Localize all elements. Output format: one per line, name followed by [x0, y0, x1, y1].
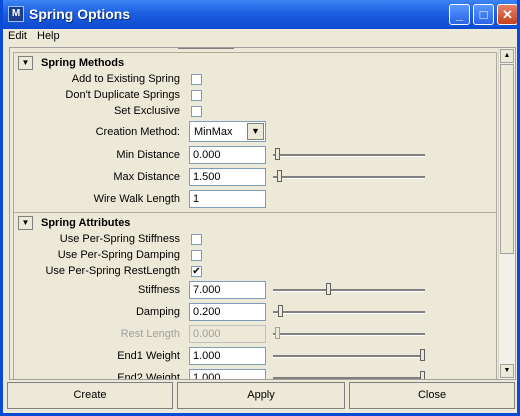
slider-thumb[interactable]	[278, 305, 283, 317]
vertical-scrollbar[interactable]: ▲ ▼	[498, 48, 515, 379]
spring-attributes-title: Spring Attributes	[41, 217, 131, 229]
minimize-button[interactable]: _	[449, 4, 470, 25]
spring-methods-frame: ▼ Spring Methods Add to Existing Spring …	[13, 52, 497, 213]
apply-button[interactable]: Apply	[177, 382, 345, 409]
slider-track	[273, 333, 425, 336]
options-scroll-area: ▼ Spring Methods Add to Existing Spring …	[9, 47, 516, 380]
set-exclusive-label: Set Exclusive	[113, 105, 180, 117]
slider-track	[273, 311, 425, 314]
slider-thumb[interactable]	[275, 148, 280, 160]
spring-options-window: M Spring Options _ □ ✕ Edit Help ▼ Sprin…	[0, 0, 520, 416]
wire-walk-length-field[interactable]: 1	[189, 190, 266, 208]
end2-weight-label: End2 Weight	[117, 372, 180, 380]
min-distance-slider[interactable]	[273, 148, 425, 162]
scroll-down-icon[interactable]: ▼	[500, 364, 514, 378]
maximize-button[interactable]: □	[473, 4, 494, 25]
max-distance-field[interactable]: 1.500	[189, 168, 266, 186]
collapse-arrow-icon[interactable]: ▼	[18, 56, 33, 70]
add-to-existing-checkbox[interactable]	[191, 74, 202, 85]
close-window-button[interactable]: ✕	[497, 4, 517, 25]
damping-label: Damping	[135, 306, 180, 318]
spring-methods-title: Spring Methods	[41, 57, 125, 69]
end2-weight-slider[interactable]	[273, 371, 425, 379]
max-distance-slider[interactable]	[273, 170, 425, 184]
slider-track	[273, 154, 425, 157]
window-title: Spring Options	[29, 6, 131, 22]
end1-weight-label: End1 Weight	[117, 350, 180, 362]
end2-weight-field[interactable]: 1.000	[189, 369, 266, 379]
end1-weight-slider[interactable]	[273, 349, 425, 363]
rest-length-label: Rest Length	[120, 328, 180, 340]
menu-help[interactable]: Help	[37, 30, 60, 42]
creation-method-value: MinMax	[194, 126, 233, 138]
stiffness-slider[interactable]	[273, 283, 425, 297]
max-distance-label: Max Distance	[113, 171, 180, 183]
scroll-up-icon[interactable]: ▲	[500, 49, 514, 63]
scroll-thumb[interactable]	[500, 64, 514, 254]
min-distance-field[interactable]: 0.000	[189, 146, 266, 164]
per-spring-damping-checkbox[interactable]	[191, 250, 202, 261]
slider-thumb[interactable]	[277, 170, 282, 182]
slider-thumb	[275, 327, 280, 339]
wire-walk-length-label: Wire Walk Length	[93, 193, 180, 205]
chevron-down-icon[interactable]: ▼	[247, 123, 264, 140]
dont-duplicate-label: Don't Duplicate Springs	[65, 89, 180, 101]
min-distance-label: Min Distance	[116, 149, 180, 161]
collapse-arrow-icon[interactable]: ▼	[18, 216, 33, 230]
create-button[interactable]: Create	[7, 382, 173, 409]
stiffness-label: Stiffness	[138, 284, 180, 296]
app-icon: M	[8, 6, 24, 22]
stiffness-field[interactable]: 7.000	[189, 281, 266, 299]
menu-bar: Edit Help	[3, 29, 517, 46]
slider-track	[273, 289, 425, 292]
spring-attributes-header[interactable]: ▼ Spring Attributes	[14, 215, 496, 233]
spring-attributes-frame: ▼ Spring Attributes Use Per-Spring Stiff…	[13, 212, 497, 380]
creation-method-label: Creation Method:	[95, 126, 180, 138]
rest-length-slider	[273, 327, 425, 341]
per-spring-restlength-checkbox[interactable]: ✔	[191, 266, 202, 277]
per-spring-stiffness-label: Use Per-Spring Stiffness	[59, 233, 180, 245]
creation-method-dropdown[interactable]: MinMax ▼	[189, 121, 266, 142]
per-spring-stiffness-checkbox[interactable]	[191, 234, 202, 245]
slider-thumb[interactable]	[420, 349, 425, 361]
damping-slider[interactable]	[273, 305, 425, 319]
title-bar[interactable]: M Spring Options _ □ ✕	[3, 0, 517, 29]
slider-thumb[interactable]	[420, 371, 425, 379]
menu-edit[interactable]: Edit	[8, 30, 27, 42]
add-to-existing-label: Add to Existing Spring	[71, 73, 180, 85]
damping-field[interactable]: 0.200	[189, 303, 266, 321]
set-exclusive-checkbox[interactable]	[191, 106, 202, 117]
slider-track	[273, 355, 425, 358]
per-spring-damping-label: Use Per-Spring Damping	[57, 249, 180, 261]
rest-length-field: 0.000	[189, 325, 266, 343]
slider-thumb[interactable]	[326, 283, 331, 295]
close-button[interactable]: Close	[349, 382, 515, 409]
slider-track	[273, 176, 425, 179]
end1-weight-field[interactable]: 1.000	[189, 347, 266, 365]
spring-methods-header[interactable]: ▼ Spring Methods	[14, 55, 496, 73]
per-spring-restlength-label: Use Per-Spring RestLength	[45, 265, 180, 277]
slider-track	[273, 377, 425, 379]
dont-duplicate-checkbox[interactable]	[191, 90, 202, 101]
